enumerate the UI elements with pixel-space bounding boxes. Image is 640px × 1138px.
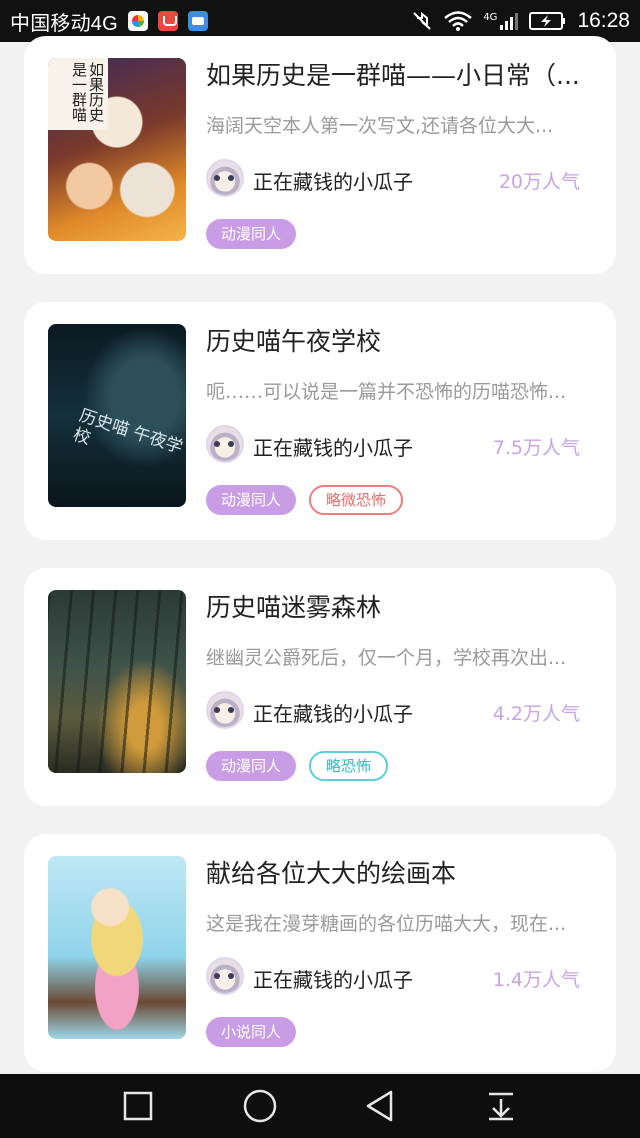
author-avatar xyxy=(206,425,244,463)
recent-apps-button[interactable] xyxy=(98,1074,178,1138)
story-card[interactable]: 历史喵迷雾森林 继幽灵公爵死后，仅一个月，学校再次出... 正在藏钱的小瓜子 4… xyxy=(24,568,616,806)
popularity-count: 7.5万人气 xyxy=(492,437,580,459)
carrier-label: 中国移动4G xyxy=(10,12,118,35)
back-button[interactable] xyxy=(340,1074,420,1138)
tag-list: 动漫同人 xyxy=(206,219,297,249)
story-cover-image[interactable] xyxy=(48,590,186,773)
popularity-count: 20万人气 xyxy=(498,171,580,193)
status-left: 中国移动4G xyxy=(10,7,208,36)
story-cover-image[interactable]: 如果历史是一群喵 xyxy=(48,58,186,241)
home-button[interactable] xyxy=(220,1074,300,1138)
tag-chip[interactable]: 动漫同人 xyxy=(206,751,297,781)
story-description: 继幽灵公爵死后，仅一个月，学校再次出... xyxy=(206,647,567,669)
popularity-count: 4.2万人气 xyxy=(492,703,580,725)
back-icon xyxy=(366,1090,393,1122)
author-avatar xyxy=(206,957,244,995)
signal-icon xyxy=(500,13,519,30)
story-title: 如果历史是一群喵——小日常（... xyxy=(206,61,580,90)
notification-pull-button[interactable] xyxy=(461,1074,541,1138)
clock: 16:28 xyxy=(577,9,630,32)
app-icon-gallery xyxy=(187,11,208,31)
popularity-count: 1.4万人气 xyxy=(492,969,580,991)
story-title: 献给各位大大的绘画本 xyxy=(206,859,457,888)
tag-chip[interactable]: 略微恐怖 xyxy=(309,485,404,515)
tag-list: 动漫同人 略微恐怖 xyxy=(206,485,404,515)
tag-chip[interactable]: 略恐怖 xyxy=(309,751,389,781)
story-description: 呃……可以说是一篇并不恐怖的历喵恐怖... xyxy=(206,381,567,403)
author-name: 正在藏钱的小瓜子 xyxy=(253,436,413,460)
wifi-icon xyxy=(444,11,473,31)
app-icon-browser xyxy=(127,11,148,31)
story-title: 历史喵午夜学校 xyxy=(206,327,382,356)
story-description: 这是我在漫芽糖画的各位历喵大大，现在... xyxy=(206,913,567,935)
notification-pull-icon xyxy=(489,1092,513,1121)
network-badge-label: 4G xyxy=(483,12,498,23)
story-card[interactable]: 历史喵 午夜学校 历史喵午夜学校 呃……可以说是一篇并不恐怖的历喵恐怖... 正… xyxy=(24,302,616,540)
author-name: 正在藏钱的小瓜子 xyxy=(253,170,413,194)
author-avatar xyxy=(206,691,244,729)
home-icon xyxy=(243,1089,277,1123)
battery-charging-icon xyxy=(529,12,566,30)
author-name: 正在藏钱的小瓜子 xyxy=(253,702,413,726)
tag-chip[interactable]: 动漫同人 xyxy=(206,219,297,249)
network-badge: 4G xyxy=(483,11,519,31)
mute-icon xyxy=(413,11,432,30)
tag-list: 动漫同人 略恐怖 xyxy=(206,751,389,781)
recent-apps-icon xyxy=(123,1091,153,1121)
status-right: 4G 16:28 xyxy=(411,9,630,33)
author-avatar xyxy=(206,159,244,197)
app-icon-shop xyxy=(157,11,178,31)
story-description: 海阔天空本人第一次写文,还请各位大大... xyxy=(206,115,554,137)
story-cover-image[interactable] xyxy=(48,856,186,1039)
tag-chip[interactable]: 动漫同人 xyxy=(206,485,297,515)
cover-title-text: 历史喵 午夜学校 xyxy=(70,405,186,458)
cover-title-text: 如果历史是一群喵 xyxy=(48,58,108,130)
tag-chip[interactable]: 小说同人 xyxy=(206,1017,297,1047)
tag-list: 小说同人 xyxy=(206,1017,297,1047)
story-card[interactable]: 如果历史是一群喵 如果历史是一群喵——小日常（... 海阔天空本人第一次写文,还… xyxy=(24,36,616,274)
system-nav-bar xyxy=(0,1074,640,1138)
story-cover-image[interactable]: 历史喵 午夜学校 xyxy=(48,324,186,507)
story-card[interactable]: 献给各位大大的绘画本 这是我在漫芽糖画的各位历喵大大，现在... 正在藏钱的小瓜… xyxy=(24,834,616,1072)
story-title: 历史喵迷雾森林 xyxy=(206,593,382,622)
author-name: 正在藏钱的小瓜子 xyxy=(253,968,413,992)
